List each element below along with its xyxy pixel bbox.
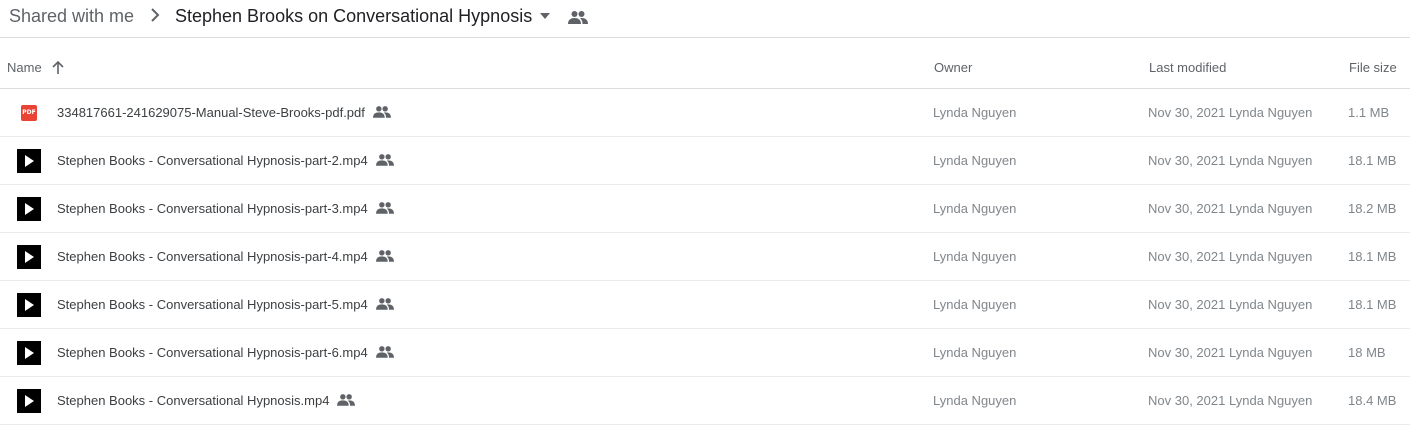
breadcrumb-current-folder[interactable]: Stephen Brooks on Conversational Hypnosi… — [175, 5, 532, 27]
file-modified-date: Nov 30, 2021 — [1148, 297, 1226, 312]
file-name: 334817661-241629075-Manual-Steve-Brooks-… — [57, 105, 365, 120]
video-file-icon — [17, 149, 41, 173]
file-modified-by: Lynda Nguyen — [1229, 297, 1313, 312]
column-header-owner: Owner — [934, 60, 973, 75]
video-file-icon — [17, 293, 41, 317]
column-header-file-size[interactable]: File size — [1349, 61, 1397, 75]
file-modified-date: Nov 30, 2021 — [1148, 105, 1226, 120]
breadcrumb-shared-with-me[interactable]: Shared with me — [9, 5, 134, 27]
column-header-name[interactable]: Name — [7, 61, 42, 75]
video-file-icon — [17, 389, 41, 413]
file-modified-date: Nov 30, 2021 — [1148, 393, 1226, 408]
file-owner: Lynda Nguyen — [933, 153, 1017, 168]
file-size: 18 MB — [1348, 345, 1386, 360]
file-modified-by: Lynda Nguyen — [1229, 393, 1313, 408]
file-modified-date: Nov 30, 2021 — [1148, 249, 1226, 264]
file-modified-by: Lynda Nguyen — [1229, 105, 1313, 120]
video-file-icon — [17, 341, 41, 365]
file-name: Stephen Books - Conversational Hypnosis-… — [57, 201, 368, 216]
table-row[interactable]: Stephen Books - Conversational Hypnosis-… — [0, 185, 1410, 233]
table-row[interactable]: Stephen Books - Conversational Hypnosis.… — [0, 377, 1410, 425]
pdf-file-icon: PDF — [21, 105, 37, 121]
file-name: Stephen Books - Conversational Hypnosis.… — [57, 393, 330, 408]
file-modified-by: Lynda Nguyen — [1229, 153, 1313, 168]
file-list-header: Name Owner Last modified File size — [0, 38, 1410, 89]
table-row[interactable]: Stephen Books - Conversational Hypnosis-… — [0, 329, 1410, 377]
chevron-right-icon — [151, 8, 160, 22]
file-size: 18.1 MB — [1348, 297, 1397, 312]
file-size: 1.1 MB — [1348, 105, 1390, 120]
people-icon — [568, 11, 588, 24]
caret-down-icon[interactable] — [538, 11, 552, 21]
file-name: Stephen Books - Conversational Hypnosis-… — [57, 345, 368, 360]
arrow-up-icon[interactable] — [50, 60, 66, 76]
people-icon — [376, 298, 394, 310]
video-file-icon — [17, 245, 41, 269]
file-owner: Lynda Nguyen — [933, 345, 1017, 360]
table-row[interactable]: Stephen Books - Conversational Hypnosis-… — [0, 281, 1410, 329]
file-modified-date: Nov 30, 2021 — [1148, 153, 1226, 168]
file-modified-by: Lynda Nguyen — [1229, 249, 1313, 264]
table-row[interactable]: PDF 334817661-241629075-Manual-Steve-Broo… — [0, 89, 1410, 137]
file-modified-date: Nov 30, 2021 — [1148, 345, 1226, 360]
people-icon — [376, 202, 394, 214]
file-size: 18.2 MB — [1348, 201, 1397, 216]
file-name: Stephen Books - Conversational Hypnosis-… — [57, 153, 368, 168]
file-owner: Lynda Nguyen — [933, 105, 1017, 120]
column-header-last-modified[interactable]: Last modified — [1149, 61, 1226, 75]
file-size: 18.1 MB — [1348, 153, 1397, 168]
file-modified-by: Lynda Nguyen — [1229, 345, 1313, 360]
file-size: 18.1 MB — [1348, 249, 1397, 264]
table-row[interactable]: Stephen Books - Conversational Hypnosis-… — [0, 137, 1410, 185]
file-owner: Lynda Nguyen — [933, 297, 1017, 312]
people-icon — [373, 106, 391, 118]
people-icon — [337, 394, 355, 406]
video-file-icon — [17, 197, 41, 221]
people-icon — [376, 346, 394, 358]
table-row[interactable]: Stephen Books - Conversational Hypnosis-… — [0, 233, 1410, 281]
file-owner: Lynda Nguyen — [933, 201, 1017, 216]
people-icon — [376, 154, 394, 166]
people-icon — [376, 250, 394, 262]
file-size: 18.4 MB — [1348, 393, 1397, 408]
file-owner: Lynda Nguyen — [933, 393, 1017, 408]
file-owner: Lynda Nguyen — [933, 249, 1017, 264]
file-name: Stephen Books - Conversational Hypnosis-… — [57, 297, 368, 312]
file-name: Stephen Books - Conversational Hypnosis-… — [57, 249, 368, 264]
file-modified-date: Nov 30, 2021 — [1148, 201, 1226, 216]
file-modified-by: Lynda Nguyen — [1229, 201, 1313, 216]
breadcrumb: Shared with me Stephen Brooks on Convers… — [0, 0, 1410, 38]
